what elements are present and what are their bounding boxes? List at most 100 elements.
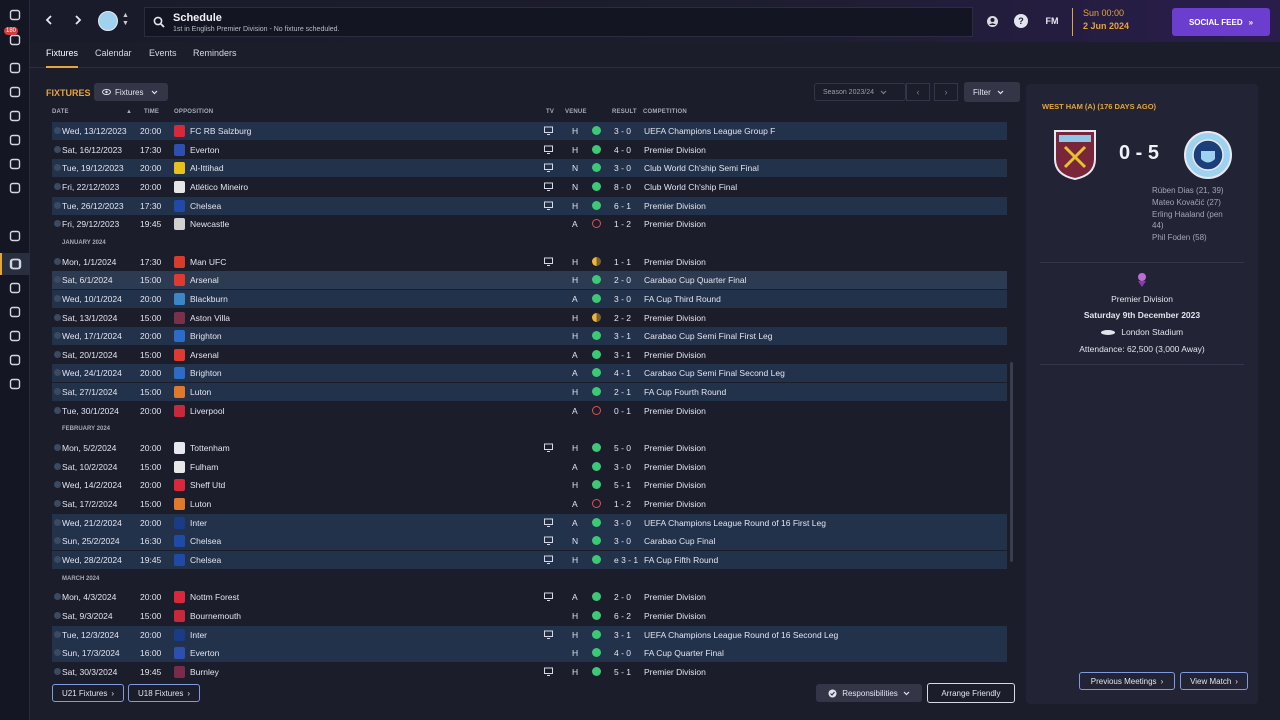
opponent-name[interactable]: Bournemouth — [190, 611, 241, 621]
row-select-icon[interactable] — [54, 388, 61, 396]
opponent-name[interactable]: Everton — [190, 648, 219, 658]
fixture-result[interactable]: 2 - 1 — [614, 387, 631, 397]
fixture-result[interactable]: 2 - 2 — [614, 313, 631, 323]
view-match-button[interactable]: View Match › — [1180, 672, 1248, 690]
row-select-icon[interactable] — [54, 667, 61, 675]
fixture-result[interactable]: 2 - 0 — [614, 592, 631, 602]
tactics-icon[interactable] — [0, 81, 30, 103]
fixture-competition[interactable]: Premier Division — [644, 667, 706, 677]
fixture-competition[interactable]: Premier Division — [644, 443, 706, 453]
fixture-competition[interactable]: Carabao Cup Semi Final Second Leg — [644, 368, 785, 378]
table-row[interactable]: Sat, 10/2/2024 15:00 Fulham A 3 - 0 Premier D… — [52, 457, 1007, 476]
table-row[interactable]: Sun, 17/3/2024 16:00 Everton H 4 - 0 FA Cup Q… — [52, 644, 1007, 663]
season-dropdown[interactable]: Season 2023/24 — [814, 83, 906, 101]
fixture-competition[interactable]: FA Cup Third Round — [644, 294, 721, 304]
row-select-icon[interactable] — [54, 257, 61, 265]
opponent-name[interactable]: Aston Villa — [190, 313, 230, 323]
row-select-icon[interactable] — [54, 182, 61, 190]
finances-icon[interactable] — [0, 325, 30, 347]
tab-reminders[interactable]: Reminders — [193, 48, 237, 68]
fixture-result[interactable]: 3 - 0 — [614, 462, 631, 472]
row-select-icon[interactable] — [54, 593, 61, 601]
fixture-result[interactable]: 3 - 0 — [614, 163, 631, 173]
view-dropdown[interactable]: Fixtures — [94, 83, 168, 101]
fixture-result[interactable]: 1 - 1 — [614, 257, 631, 267]
social-feed-button[interactable]: SOCIAL FEED » — [1172, 8, 1270, 36]
row-select-icon[interactable] — [54, 276, 61, 284]
opponent-name[interactable]: Blackburn — [190, 294, 228, 304]
table-row[interactable]: Wed, 21/2/2024 20:00 Inter A 3 - 0 UEFA Champ… — [52, 513, 1007, 532]
table-row[interactable]: Wed, 17/1/2024 20:00 Brighton H 3 - 1 Carabao… — [52, 327, 1007, 346]
responsibilities-button[interactable]: Responsibilities — [816, 684, 922, 702]
previous-meetings-button[interactable]: Previous Meetings › — [1079, 672, 1175, 690]
fixture-competition[interactable]: Premier Division — [644, 313, 706, 323]
row-select-icon[interactable] — [54, 537, 61, 545]
table-row[interactable]: Mon, 5/2/2024 20:00 Tottenham H 5 - 0 Premier… — [52, 439, 1007, 458]
opponent-name[interactable]: Arsenal — [190, 350, 219, 360]
table-row[interactable]: Sat, 30/3/2024 19:45 Burnley H 5 - 1 Premier … — [52, 662, 1007, 681]
fixture-competition[interactable]: Premier Division — [644, 480, 706, 490]
fixture-competition[interactable]: Premier Division — [644, 592, 706, 602]
row-select-icon[interactable] — [54, 518, 61, 526]
opponent-name[interactable]: Liverpool — [190, 406, 225, 416]
opponent-name[interactable]: Everton — [190, 145, 219, 155]
fixture-competition[interactable]: UEFA Champions League Round of 16 Second… — [644, 630, 838, 640]
table-row[interactable]: Tue, 19/12/2023 20:00 Al-Ittihad N 3 - 0 Club… — [52, 159, 1007, 178]
row-select-icon[interactable] — [54, 201, 61, 209]
opponent-name[interactable]: Chelsea — [190, 555, 221, 565]
opponent-name[interactable]: Inter — [190, 630, 207, 640]
row-select-icon[interactable] — [54, 350, 61, 358]
table-row[interactable]: Sat, 6/1/2024 15:00 Arsenal H 2 - 0 Carabao C… — [52, 271, 1007, 290]
fixture-competition[interactable]: Premier Division — [644, 611, 706, 621]
fixture-competition[interactable]: Premier Division — [644, 350, 706, 360]
opponent-name[interactable]: Arsenal — [190, 275, 219, 285]
row-select-icon[interactable] — [54, 481, 61, 489]
opponent-name[interactable]: Newcastle — [190, 219, 229, 229]
fixture-competition[interactable]: Premier Division — [644, 406, 706, 416]
table-row[interactable]: Wed, 14/2/2024 20:00 Sheff Utd H 5 - 1 Premie… — [52, 476, 1007, 495]
col-tv[interactable]: TV — [546, 109, 554, 115]
opponent-name[interactable]: Brighton — [190, 331, 222, 341]
tab-calendar[interactable]: Calendar — [95, 48, 132, 68]
forward-arrow-icon[interactable] — [68, 10, 88, 30]
season-prev-button[interactable]: ‹ — [906, 83, 930, 101]
opponent-name[interactable]: Man UFC — [190, 257, 226, 267]
fixture-competition[interactable]: FA Cup Fourth Round — [644, 387, 726, 397]
fixture-result[interactable]: 3 - 0 — [614, 536, 631, 546]
fixture-competition[interactable]: Club World Ch'ship Semi Final — [644, 163, 759, 173]
fixture-competition[interactable]: Club World Ch'ship Final — [644, 182, 737, 192]
table-row[interactable]: Tue, 12/3/2024 20:00 Inter H 3 - 1 UEFA Champ… — [52, 625, 1007, 644]
fixture-competition[interactable]: Carabao Cup Final — [644, 536, 715, 546]
fixture-result[interactable]: 3 - 0 — [614, 294, 631, 304]
row-select-icon[interactable] — [54, 220, 61, 228]
fixture-result[interactable]: 3 - 1 — [614, 630, 631, 640]
table-row[interactable]: Sat, 17/2/2024 15:00 Luton A 1 - 2 Premier Di… — [52, 495, 1007, 513]
table-row[interactable]: Tue, 30/1/2024 20:00 Liverpool A 0 - 1 Premie… — [52, 401, 1007, 420]
table-row[interactable]: Mon, 1/1/2024 17:30 Man UFC H 1 - 1 Premier D… — [52, 252, 1007, 271]
club-crest-icon[interactable] — [98, 11, 118, 31]
row-select-icon[interactable] — [54, 369, 61, 377]
opponent-name[interactable]: Sheff Utd — [190, 480, 225, 490]
u21-fixtures-button[interactable]: U21 Fixtures › — [52, 684, 124, 702]
development-icon[interactable] — [0, 349, 30, 371]
exit-icon[interactable] — [0, 373, 30, 395]
table-row[interactable]: Fri, 29/12/2023 19:45 Newcastle A 1 - 2 Premi… — [52, 215, 1007, 234]
row-select-icon[interactable] — [54, 127, 61, 134]
season-next-button[interactable]: › — [934, 83, 958, 101]
row-select-icon[interactable] — [54, 444, 61, 452]
fixture-result[interactable]: 6 - 2 — [614, 611, 631, 621]
squad-icon[interactable] — [0, 57, 30, 79]
fixture-competition[interactable]: UEFA Champions League Group F — [644, 126, 775, 136]
fixture-result[interactable]: 3 - 1 — [614, 331, 631, 341]
manager-profile-icon[interactable] — [984, 13, 1000, 29]
opponent-name[interactable]: Nottm Forest — [190, 592, 239, 602]
opponent-name[interactable]: Tottenham — [190, 443, 230, 453]
fixture-result[interactable]: 4 - 1 — [614, 368, 631, 378]
staff-icon[interactable] — [0, 129, 30, 151]
row-select-icon[interactable] — [54, 649, 61, 657]
u18-fixtures-button[interactable]: U18 Fixtures › — [128, 684, 200, 702]
opponent-name[interactable]: Chelsea — [190, 201, 221, 211]
table-row[interactable]: Tue, 26/12/2023 17:30 Chelsea H 6 - 1 Premier… — [52, 196, 1007, 215]
table-row[interactable]: Wed, 28/2/2024 19:45 Chelsea He 3 - 1 FA Cup… — [52, 550, 1007, 569]
col-date[interactable]: DATE — [52, 109, 69, 115]
